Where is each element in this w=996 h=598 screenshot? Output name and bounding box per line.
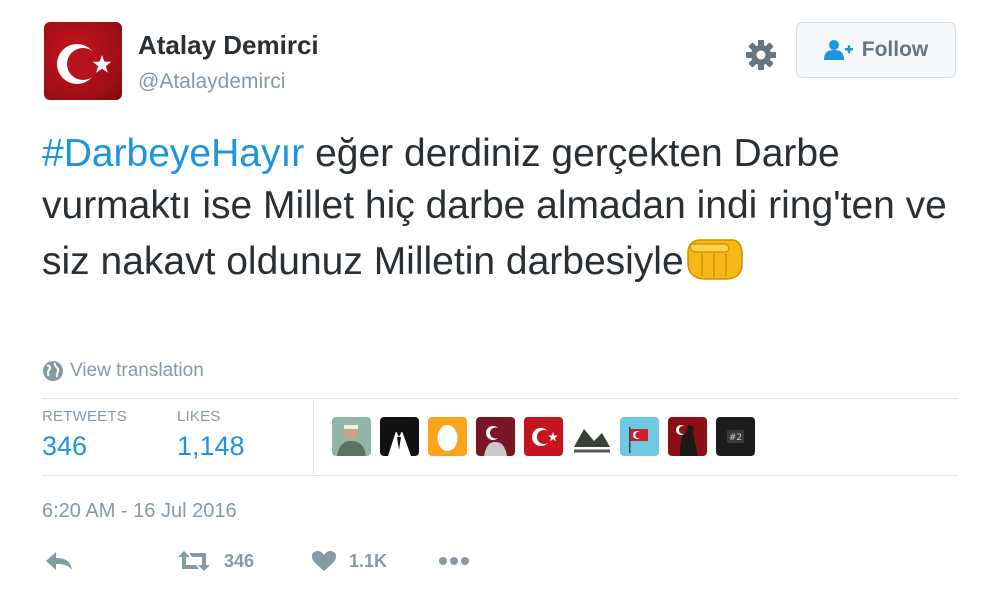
reply-button[interactable] (44, 550, 74, 572)
retweet-icon (178, 551, 210, 571)
view-translation-link[interactable]: View translation (42, 360, 204, 382)
likes-label: LIKES (177, 408, 221, 425)
like-button[interactable]: 1.1K (311, 550, 387, 572)
heart-icon (312, 551, 336, 571)
reply-icon (46, 552, 72, 570)
likes-stat[interactable]: LIKES 1,148 (177, 408, 245, 462)
liker-avatar[interactable] (668, 417, 707, 456)
oncoming-fist-emoji (686, 239, 743, 280)
add-user-icon (823, 40, 853, 60)
liker-avatar[interactable] (572, 417, 611, 456)
liker-avatars: #2 (332, 417, 755, 456)
follow-button[interactable]: Follow (796, 22, 956, 78)
more-button[interactable] (438, 550, 470, 572)
like-count: 1.1K (349, 550, 388, 571)
retweet-count: 346 (224, 550, 255, 571)
liker-avatar[interactable] (332, 417, 371, 456)
stats-vertical-divider (313, 400, 314, 474)
retweet-button[interactable]: 346 (176, 550, 254, 572)
liker-avatar[interactable] (428, 417, 467, 456)
likes-value: 1,148 (177, 431, 245, 461)
stats-top-divider (42, 398, 958, 399)
tweet-text: #DarbeyeHayır eğer derdiniz gerçekten Da… (42, 128, 962, 288)
user-fullname[interactable]: Atalay Demirci (138, 30, 319, 61)
stats-bottom-divider (42, 475, 958, 476)
turkish-flag-icon (57, 44, 112, 84)
globe-icon (43, 361, 63, 381)
hashtag-link[interactable]: #DarbeyeHayır (42, 132, 304, 175)
retweets-value: 346 (42, 431, 88, 461)
more-icon (439, 557, 469, 565)
liker-avatar[interactable] (620, 417, 659, 456)
settings-button[interactable] (743, 37, 779, 73)
follow-label: Follow (861, 38, 929, 61)
liker-avatar[interactable] (476, 417, 515, 456)
liker-avatar[interactable]: #2 (716, 417, 755, 456)
tweet-timestamp[interactable]: 6:20 AM - 16 Jul 2016 (42, 500, 237, 523)
liker-avatar[interactable] (524, 417, 563, 456)
retweets-stat[interactable]: RETWEETS 346 (42, 408, 127, 462)
svg-text:#2: #2 (729, 433, 742, 443)
user-avatar[interactable] (44, 22, 122, 100)
user-screenname[interactable]: @Atalaydemirci (138, 70, 285, 94)
view-translation-label: View translation (70, 360, 204, 381)
liker-avatar[interactable] (380, 417, 419, 456)
retweets-label: RETWEETS (42, 408, 127, 425)
gear-icon (746, 40, 776, 70)
